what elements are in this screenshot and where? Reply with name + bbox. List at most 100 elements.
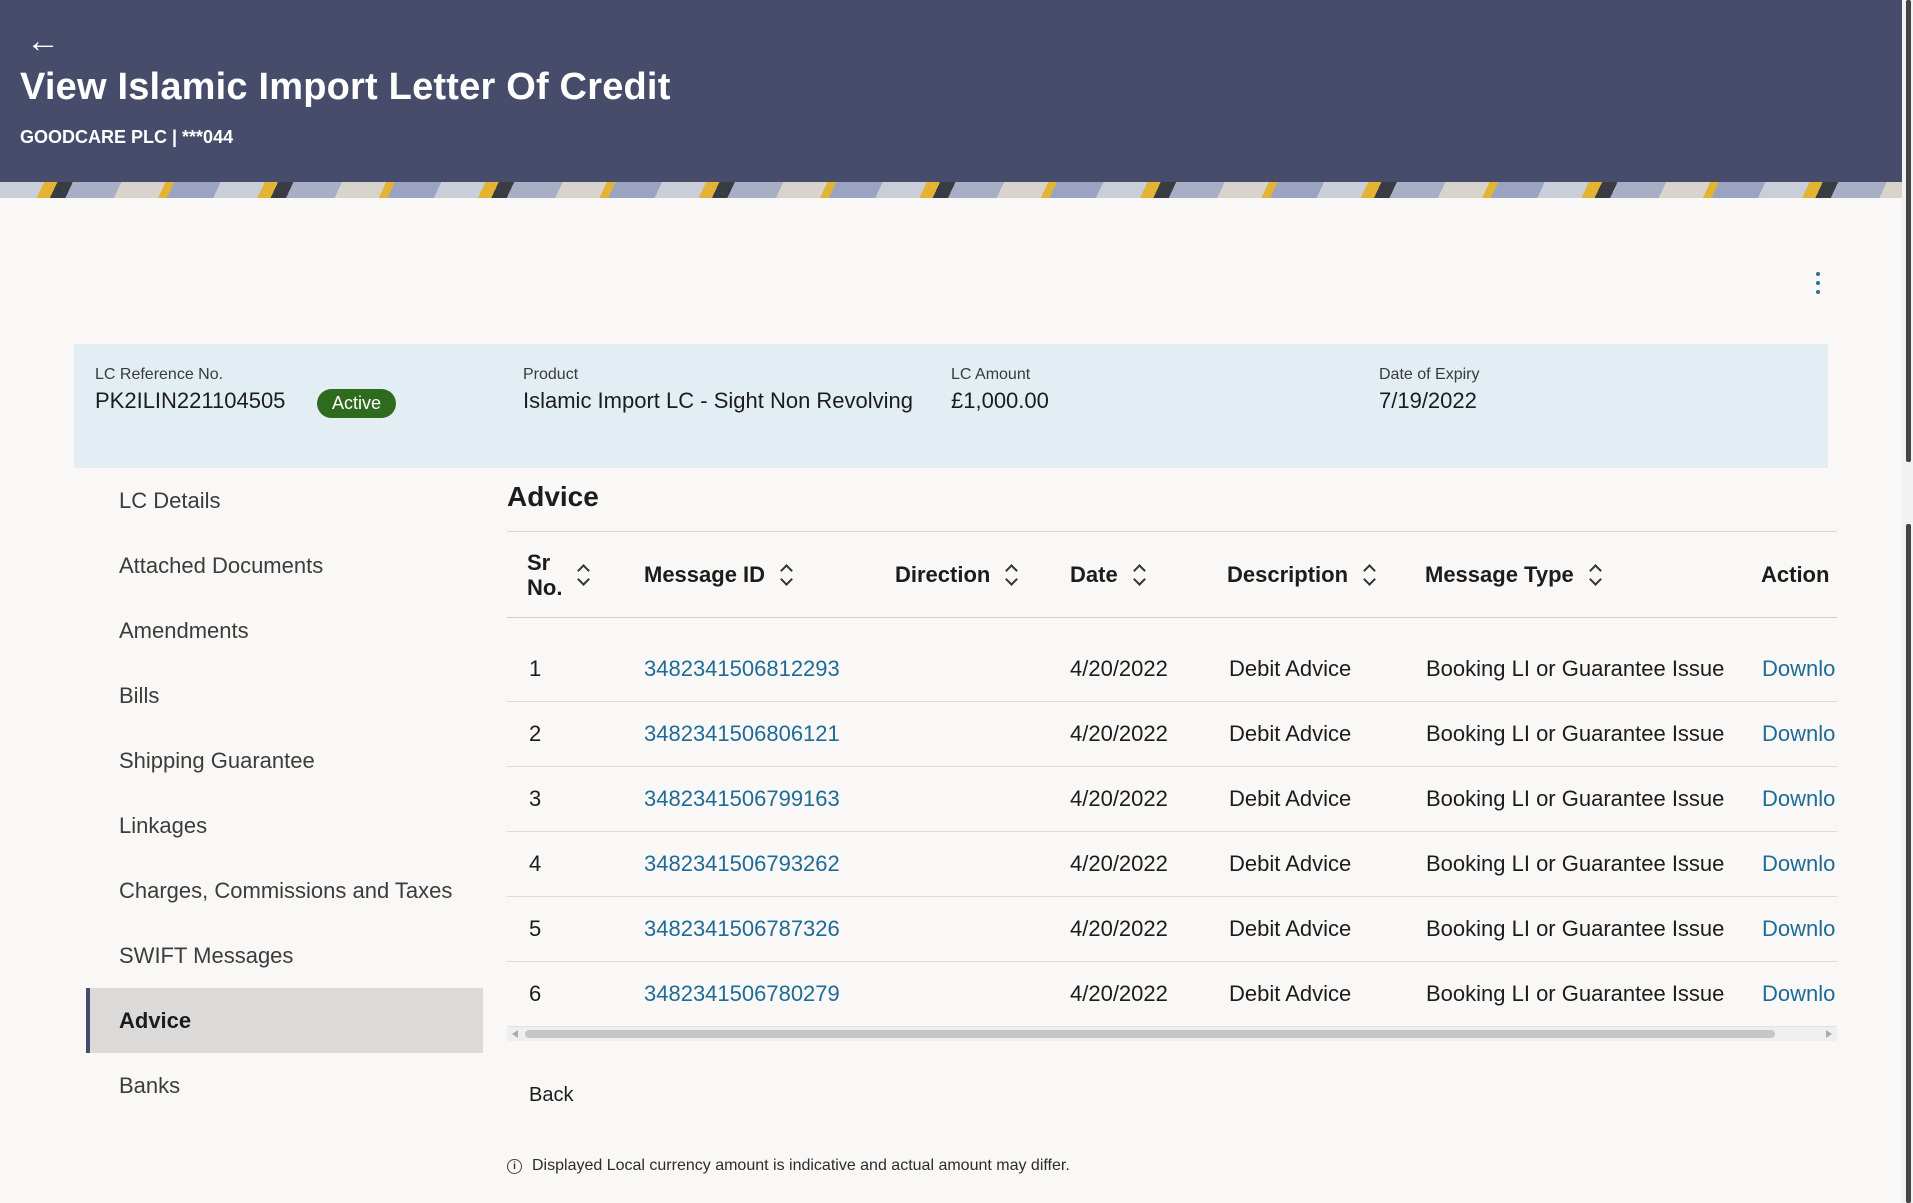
download-link[interactable]: Downlo: [1762, 897, 1835, 961]
column-header-date[interactable]: Date: [1070, 533, 1148, 617]
lc-expiry: Date of Expiry 7/19/2022: [1379, 366, 1479, 414]
table-header-divider: [507, 617, 1837, 618]
cell-message-type: Booking LI or Guarantee Issue: [1426, 981, 1725, 1006]
section-title: Advice: [507, 481, 599, 512]
table-row: 3 3482341506799163 4/20/2022 Debit Advic…: [507, 767, 1837, 832]
cell-message-type: Booking LI or Guarantee Issue: [1426, 721, 1725, 746]
table-scrollbar-thumb[interactable]: [525, 1030, 1775, 1038]
table-row: 2 3482341506806121 4/20/2022 Debit Advic…: [507, 702, 1837, 767]
sort-icon[interactable]: [576, 564, 592, 586]
page-title: View Islamic Import Letter Of Credit: [20, 66, 671, 108]
download-link[interactable]: Downlo: [1762, 962, 1835, 1026]
advice-table: Sr No. Message ID Direction Date Descrip…: [507, 533, 1837, 1028]
lc-amount: LC Amount £1,000.00: [951, 366, 1049, 414]
cell-message-type: Booking LI or Guarantee Issue: [1426, 916, 1725, 941]
message-id-link[interactable]: 3482341506793262: [644, 832, 840, 896]
cell-sr-no: 2: [529, 721, 542, 746]
sidebar-item-bills[interactable]: Bills: [86, 663, 483, 728]
cell-sr-no: 3: [529, 786, 542, 811]
scroll-right-arrow-icon[interactable]: [1826, 1030, 1832, 1038]
amount-label: LC Amount: [951, 366, 1031, 383]
sidebar-item-charges[interactable]: Charges, Commissions and Taxes: [86, 858, 483, 923]
message-id-link[interactable]: 3482341506812293: [644, 637, 840, 701]
back-button[interactable]: Back: [529, 1084, 573, 1107]
currency-disclaimer: i Displayed Local currency amount is ind…: [507, 1157, 1070, 1175]
column-header-sr-no[interactable]: Sr No.: [527, 533, 592, 617]
column-header-direction-label: Direction: [895, 562, 991, 587]
message-id-link[interactable]: 3482341506787326: [644, 897, 840, 961]
column-header-description[interactable]: Description: [1227, 533, 1378, 617]
cell-sr-no: 4: [529, 851, 542, 876]
sidebar-item-linkages[interactable]: Linkages: [86, 793, 483, 858]
lc-product: Product Islamic Import LC - Sight Non Re…: [523, 366, 913, 414]
download-link[interactable]: Downlo: [1762, 832, 1835, 896]
cell-description: Debit Advice: [1229, 656, 1352, 681]
lc-reference: LC Reference No. PK2ILIN221104505: [95, 366, 285, 414]
sidebar-item-shipping-guarantee[interactable]: Shipping Guarantee: [86, 728, 483, 793]
table-row: 1 3482341506812293 4/20/2022 Debit Advic…: [507, 637, 1837, 702]
cell-sr-no: 1: [529, 656, 542, 681]
more-options-icon[interactable]: [1808, 268, 1828, 298]
cell-date: 4/20/2022: [1070, 786, 1168, 811]
message-id-link[interactable]: 3482341506806121: [644, 702, 840, 766]
sidebar-nav: LC Details Attached Documents Amendments…: [86, 468, 483, 1118]
download-link[interactable]: Downlo: [1762, 767, 1835, 831]
back-arrow-icon[interactable]: ←: [26, 24, 60, 58]
lc-summary-panel: LC Reference No. PK2ILIN221104505 Active…: [74, 344, 1828, 468]
cell-message-type: Booking LI or Guarantee Issue: [1426, 851, 1725, 876]
cell-sr-no: 6: [529, 981, 542, 1006]
download-link[interactable]: Downlo: [1762, 702, 1835, 766]
cell-description: Debit Advice: [1229, 786, 1352, 811]
cell-description: Debit Advice: [1229, 721, 1352, 746]
sort-icon[interactable]: [1588, 564, 1604, 586]
column-header-direction[interactable]: Direction: [895, 533, 1020, 617]
expiry-label: Date of Expiry: [1379, 366, 1480, 383]
column-header-sr-line1: Sr: [527, 549, 551, 575]
message-id-link[interactable]: 3482341506799163: [644, 767, 840, 831]
info-icon: i: [507, 1158, 522, 1174]
column-header-message-id[interactable]: Message ID: [644, 533, 795, 617]
sidebar-item-amendments[interactable]: Amendments: [86, 598, 483, 663]
page-scrollbar-thumb-lower[interactable]: [1906, 524, 1911, 1203]
cell-date: 4/20/2022: [1070, 721, 1168, 746]
cell-date: 4/20/2022: [1070, 981, 1168, 1006]
column-header-action-label: Action: [1761, 562, 1830, 587]
expiry-value: 7/19/2022: [1379, 388, 1477, 413]
cell-description: Debit Advice: [1229, 851, 1352, 876]
cell-message-type: Booking LI or Guarantee Issue: [1426, 786, 1725, 811]
table-horizontal-scrollbar[interactable]: [507, 1026, 1837, 1041]
cell-sr-no: 5: [529, 916, 542, 941]
sidebar-item-advice[interactable]: Advice: [86, 988, 483, 1053]
cell-message-type: Booking LI or Guarantee Issue: [1426, 656, 1725, 681]
sort-icon[interactable]: [779, 564, 795, 586]
sort-icon[interactable]: [1362, 564, 1378, 586]
cell-date: 4/20/2022: [1070, 916, 1168, 941]
download-link[interactable]: Downlo: [1762, 637, 1835, 701]
page-header: ← View Islamic Import Letter Of Credit G…: [0, 0, 1902, 182]
column-header-description-label: Description: [1227, 562, 1349, 587]
sidebar-item-banks[interactable]: Banks: [86, 1053, 483, 1118]
lc-reference-label: LC Reference No.: [95, 366, 224, 383]
cell-description: Debit Advice: [1229, 916, 1352, 941]
sidebar-item-attached-documents[interactable]: Attached Documents: [86, 533, 483, 598]
column-header-message-type-label: Message Type: [1425, 562, 1574, 587]
disclaimer-text: Displayed Local currency amount is indic…: [532, 1157, 1070, 1174]
message-id-link[interactable]: 3482341506780279: [644, 962, 840, 1026]
sidebar-item-swift-messages[interactable]: SWIFT Messages: [86, 923, 483, 988]
column-header-sr-line2: No.: [527, 575, 563, 600]
sort-icon[interactable]: [1132, 564, 1148, 586]
page-scrollbar-thumb[interactable]: [1906, 0, 1911, 462]
header-decorative-band: [0, 182, 1902, 198]
sidebar-item-lc-details[interactable]: LC Details: [86, 468, 483, 533]
column-header-message-type[interactable]: Message Type: [1425, 533, 1604, 617]
sort-icon[interactable]: [1004, 564, 1020, 586]
column-header-date-label: Date: [1070, 562, 1118, 587]
cell-date: 4/20/2022: [1070, 656, 1168, 681]
table-row: 5 3482341506787326 4/20/2022 Debit Advic…: [507, 897, 1837, 962]
amount-value: £1,000.00: [951, 388, 1049, 413]
page-subtitle: GOODCARE PLC | ***044: [20, 127, 234, 147]
product-value: Islamic Import LC - Sight Non Revolving: [523, 388, 914, 413]
section-divider: [507, 531, 1837, 532]
scroll-left-arrow-icon[interactable]: [512, 1030, 518, 1038]
column-header-message-id-label: Message ID: [644, 562, 766, 587]
